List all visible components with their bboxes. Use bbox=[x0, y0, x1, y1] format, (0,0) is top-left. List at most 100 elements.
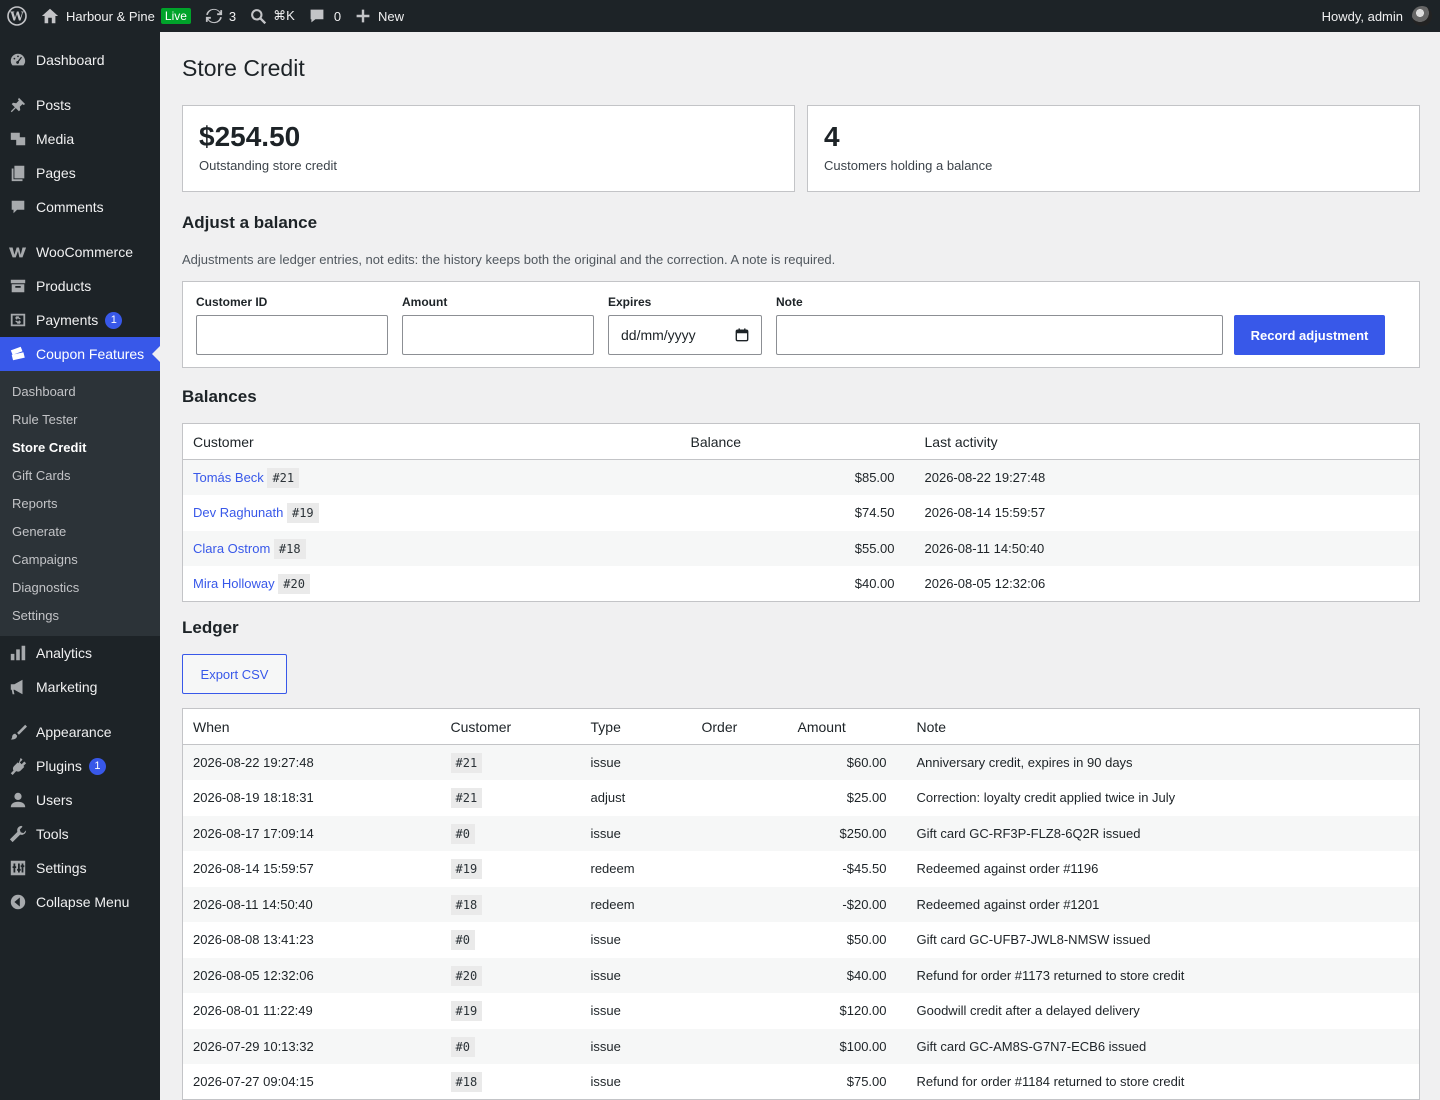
expires-label: Expires bbox=[608, 295, 652, 309]
menu-label: Media bbox=[36, 131, 75, 147]
table-row: 2026-08-11 14:50:40 #18 redeem -$20.00 Redee… bbox=[182, 886, 1420, 922]
submenu-dashboard[interactable]: Dashboard bbox=[0, 378, 160, 406]
table-row: 2026-08-01 11:22:49 #19 issue $120.00 Goodwi… bbox=[183, 993, 1420, 1029]
column-header[interactable]: Customer bbox=[182, 423, 681, 460]
submenu-generate[interactable]: Generate bbox=[0, 518, 160, 546]
comments-link[interactable]: 0 bbox=[302, 0, 348, 32]
customer-id-input[interactable] bbox=[196, 315, 388, 355]
note-input[interactable] bbox=[776, 315, 1223, 355]
menu-woocommerce[interactable]: WooCommerce bbox=[0, 235, 160, 269]
dashboard-icon bbox=[8, 50, 28, 70]
balance-cell: $85.00 bbox=[854, 470, 895, 485]
customer-id-field-group: Customer ID bbox=[196, 295, 388, 355]
menu-users[interactable]: Users bbox=[0, 783, 160, 817]
pages-icon bbox=[8, 163, 28, 183]
column-header[interactable]: Last activity bbox=[914, 423, 1420, 460]
when-cell: 2026-08-19 18:18:31 bbox=[193, 790, 314, 806]
column-header[interactable]: Amount bbox=[787, 708, 907, 745]
column-header[interactable]: Order bbox=[691, 708, 788, 745]
column-header[interactable]: Type bbox=[580, 708, 692, 745]
menu-appearance[interactable]: Appearance bbox=[0, 715, 160, 749]
column-header[interactable]: When bbox=[182, 708, 441, 745]
amount-input[interactable] bbox=[402, 315, 594, 355]
customer-id: #21 bbox=[450, 788, 483, 809]
admin-toolbar: W Harbour & Pine Live 3 ⌘K 0 New Howdy, … bbox=[0, 0, 1440, 32]
menu-plugins[interactable]: Plugins 1 bbox=[0, 749, 160, 783]
note-cell: Gift card GC-AM8S-G7N7-ECB6 issued bbox=[916, 1038, 1147, 1054]
amount-field-group: Amount bbox=[402, 295, 594, 355]
customer-link[interactable]: Clara Ostrom bbox=[193, 541, 270, 556]
submenu-store-credit[interactable]: Store Credit bbox=[0, 434, 160, 462]
when-cell: 2026-08-17 17:09:14 bbox=[193, 825, 314, 841]
comments-count: 0 bbox=[333, 8, 342, 24]
record-adjustment-button[interactable]: Record adjustment bbox=[1234, 315, 1385, 355]
column-header[interactable]: Note bbox=[906, 708, 1420, 745]
archive-icon bbox=[8, 276, 28, 296]
search-shortcut-hint: ⌘K bbox=[273, 8, 295, 23]
amount-cell: $50.00 bbox=[846, 932, 887, 948]
table-header-row: Customer Balance Last activity bbox=[182, 423, 1420, 460]
site-name-link[interactable]: Harbour & Pine Live bbox=[34, 0, 198, 32]
menu-products[interactable]: Products bbox=[0, 269, 160, 303]
new-content-link[interactable]: New bbox=[348, 0, 411, 32]
menu-label: Settings bbox=[36, 860, 87, 876]
menu-label: Comments bbox=[36, 199, 104, 215]
column-header[interactable]: Customer bbox=[440, 708, 581, 745]
order-cell bbox=[692, 816, 788, 852]
customer-cell: #19 bbox=[441, 851, 581, 887]
menu-analytics[interactable]: Analytics bbox=[0, 636, 160, 670]
customer-link[interactable]: Mira Holloway bbox=[193, 576, 275, 591]
customer-cell: #21 bbox=[441, 780, 581, 816]
brush-icon bbox=[8, 722, 28, 742]
submenu-diagnostics[interactable]: Diagnostics bbox=[0, 574, 160, 602]
expires-date-input[interactable]: dd/mm/yyyy bbox=[608, 315, 762, 355]
menu-settings[interactable]: Settings bbox=[0, 851, 160, 885]
amount-cell: -$45.50 bbox=[842, 861, 887, 877]
table-row: 2026-07-27 09:04:15 #18 issue $75.00 Refund … bbox=[183, 1064, 1420, 1100]
submenu-settings[interactable]: Settings bbox=[0, 602, 160, 630]
menu-dashboard[interactable]: Dashboard bbox=[0, 43, 160, 77]
menu-marketing[interactable]: Marketing bbox=[0, 670, 160, 704]
export-csv-button[interactable]: Export CSV bbox=[182, 654, 287, 694]
submenu-rule-tester[interactable]: Rule Tester bbox=[0, 406, 160, 434]
menu-payments[interactable]: Payments 1 bbox=[0, 303, 160, 337]
table-row: 2026-08-14 15:59:57 #19 redeem -$45.50 Redee… bbox=[183, 851, 1420, 887]
order-cell bbox=[692, 958, 788, 994]
updates-link[interactable]: 3 bbox=[198, 0, 243, 32]
order-cell bbox=[692, 745, 788, 781]
customer-id-label: Customer ID bbox=[196, 295, 268, 309]
adjust-heading: Adjust a balance bbox=[182, 213, 318, 232]
collapse-menu-button[interactable]: Collapse Menu bbox=[0, 885, 160, 919]
menu-comments[interactable]: Comments bbox=[0, 190, 160, 224]
customer-id: #0 bbox=[450, 823, 475, 844]
note-cell: Gift card GC-UFB7-JWL8-NMSW issued bbox=[916, 932, 1151, 948]
account-menu[interactable]: Howdy, admin bbox=[1315, 0, 1440, 32]
customer-link[interactable]: Tomás Beck bbox=[193, 470, 264, 485]
customer-id: #19 bbox=[286, 503, 319, 524]
calendar-icon[interactable] bbox=[735, 328, 749, 342]
table-row: 2026-08-05 12:32:06 #20 issue $40.00 Refund … bbox=[182, 957, 1420, 994]
command-search-link[interactable]: ⌘K bbox=[243, 0, 302, 32]
order-cell bbox=[692, 780, 788, 816]
submenu-reports[interactable]: Reports bbox=[0, 490, 160, 518]
menu-posts[interactable]: Posts bbox=[0, 88, 160, 122]
refresh-icon bbox=[205, 7, 223, 25]
wordpress-logo-icon[interactable]: W bbox=[0, 0, 34, 32]
menu-media[interactable]: Media bbox=[0, 122, 160, 156]
menu-pages[interactable]: Pages bbox=[0, 156, 160, 190]
card-label: Customers holding a balance bbox=[824, 158, 993, 173]
customer-id: #0 bbox=[450, 1036, 475, 1057]
order-cell bbox=[692, 1029, 788, 1065]
customer-link[interactable]: Dev Raghunath bbox=[193, 505, 283, 520]
last-activity-cell: 2026-08-05 12:32:06 bbox=[924, 576, 1046, 591]
card-value: 4 bbox=[824, 121, 840, 152]
menu-tools[interactable]: Tools bbox=[0, 817, 160, 851]
submenu-gift-cards[interactable]: Gift Cards bbox=[0, 462, 160, 490]
ledger-heading: Ledger bbox=[182, 618, 239, 637]
submenu-campaigns[interactable]: Campaigns bbox=[0, 546, 160, 574]
date-placeholder: dd/mm/yyyy bbox=[621, 327, 696, 343]
customer-cell: #20 bbox=[441, 958, 581, 994]
customer-id: #0 bbox=[450, 930, 475, 951]
column-header[interactable]: Balance bbox=[680, 423, 915, 460]
menu-coupon-features[interactable]: Coupon Features bbox=[0, 337, 160, 371]
